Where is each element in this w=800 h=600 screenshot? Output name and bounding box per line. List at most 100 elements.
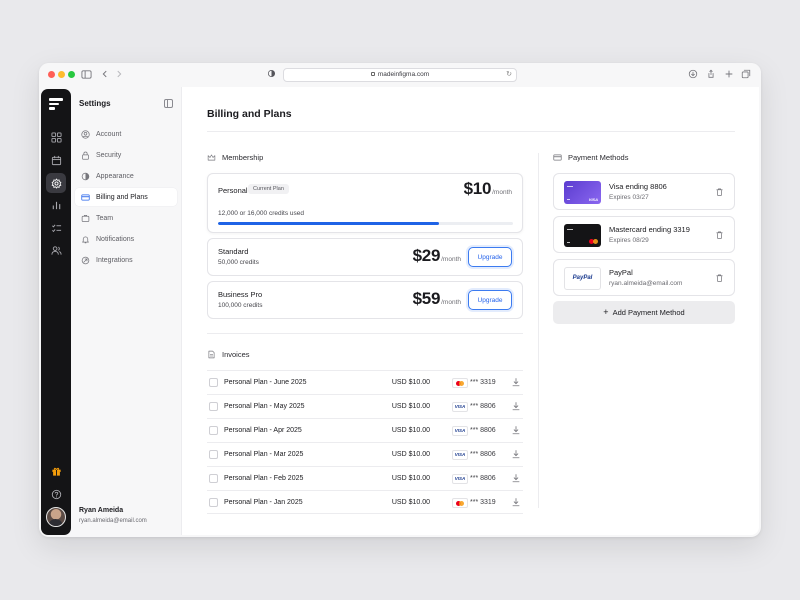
invoice-checkbox[interactable] <box>209 450 218 459</box>
invoice-row: Personal Plan - May 2025 USD $10.00 VISA… <box>207 394 523 418</box>
plan-credits: 100,000 credits <box>218 302 263 309</box>
crown-icon <box>207 154 216 161</box>
section-title: Payment Methods <box>568 153 629 162</box>
minimize-window-button[interactable] <box>58 71 65 78</box>
invoice-description: Personal Plan - Jan 2025 <box>224 499 303 506</box>
user-icon <box>81 129 90 139</box>
plan-price: $10/month <box>463 179 512 198</box>
user-email: ryan.almeida@email.com <box>79 518 147 524</box>
plan-card-business-pro: Business Pro 100,000 credits $59/month U… <box>207 281 523 319</box>
new-tab-icon[interactable] <box>723 69 735 81</box>
invoice-card-number: *** 8806 <box>470 475 496 482</box>
invoice-card-number: *** 8806 <box>470 451 496 458</box>
credits-progress-fill <box>218 222 440 225</box>
invoice-row: Personal Plan - Mar 2025 USD $10.00 VISA… <box>207 442 523 466</box>
integration-icon <box>81 256 90 264</box>
trash-icon[interactable] <box>715 230 724 240</box>
add-payment-method-button[interactable]: + Add Payment Method <box>553 301 735 324</box>
plan-card-standard: Standard 50,000 credits $29/month Upgrad… <box>207 238 523 276</box>
sidebar-title: Settings <box>79 99 111 108</box>
users-icon[interactable] <box>46 240 66 260</box>
lock-icon <box>82 151 89 160</box>
download-icon[interactable] <box>687 69 699 81</box>
help-icon[interactable] <box>46 484 66 504</box>
settings-sidebar: Settings Account Security Appearance Bil… <box>73 87 181 537</box>
plus-icon: + <box>603 307 609 317</box>
download-icon[interactable] <box>511 473 521 483</box>
grid-icon[interactable] <box>46 127 66 147</box>
reload-icon[interactable]: ↻ <box>506 69 512 81</box>
download-icon[interactable] <box>511 497 521 507</box>
payment-method-title: PayPal <box>609 268 633 277</box>
bell-icon <box>82 236 89 243</box>
sidebar-item-integrations[interactable]: Integrations <box>75 251 177 269</box>
payment-method-mastercard[interactable]: ▬▬ ▬ Mastercard ending 3319 Expires 08/29 <box>553 216 735 253</box>
section-title: Membership <box>222 153 264 162</box>
upgrade-standard-button[interactable]: Upgrade <box>468 247 512 267</box>
card-icon <box>553 154 562 161</box>
back-icon[interactable] <box>99 69 111 81</box>
download-icon[interactable] <box>511 425 521 435</box>
invoice-checkbox[interactable] <box>209 378 218 387</box>
trash-icon[interactable] <box>715 273 724 283</box>
zoom-window-button[interactable] <box>68 71 75 78</box>
invoice-description: Personal Plan - Apr 2025 <box>224 427 302 434</box>
invoice-checkbox[interactable] <box>209 498 218 507</box>
sidebar-item-security[interactable]: Security <box>75 146 177 164</box>
invoice-description: Personal Plan - June 2025 <box>224 379 307 386</box>
checklist-icon[interactable] <box>46 218 66 238</box>
plan-name: Standard <box>218 247 249 256</box>
avatar[interactable] <box>46 507 66 527</box>
gift-icon[interactable] <box>46 461 66 481</box>
sidebar-item-label: Security <box>96 151 122 159</box>
payment-method-visa[interactable]: ▬▬ ▬ VISA Visa ending 8806 Expires 03/27 <box>553 173 735 210</box>
calendar-icon[interactable] <box>46 150 66 170</box>
sidebar-item-label: Account <box>96 130 122 138</box>
sidebar-item-appearance[interactable]: Appearance <box>75 167 177 185</box>
app: Settings Account Security Appearance Bil… <box>39 87 761 537</box>
credits-used: 12,000 or 16,000 credits used <box>218 210 305 217</box>
sidebar-toggle-icon[interactable] <box>80 69 92 81</box>
payment-method-paypal[interactable]: PayPal PayPal ryan.almeida@email.com <box>553 259 735 296</box>
card-icon <box>81 194 90 200</box>
payment-methods-heading: Payment Methods <box>553 153 628 162</box>
sidebar-item-billing[interactable]: Billing and Plans <box>75 188 177 206</box>
gear-icon[interactable] <box>46 173 66 193</box>
privacy-shield-icon[interactable] <box>265 69 277 81</box>
invoice-row: Personal Plan - June 2025 USD $10.00 ***… <box>207 370 523 394</box>
invoice-checkbox[interactable] <box>209 426 218 435</box>
invoice-description: Personal Plan - Feb 2025 <box>224 475 304 482</box>
download-icon[interactable] <box>511 401 521 411</box>
payment-method-subtitle: Expires 08/29 <box>609 237 649 244</box>
close-window-button[interactable] <box>48 71 55 78</box>
team-icon <box>81 214 90 222</box>
sidebar-item-account[interactable]: Account <box>75 125 177 143</box>
invoice-row: Personal Plan - Feb 2025 USD $10.00 VISA… <box>207 466 523 490</box>
payment-method-title: Visa ending 8806 <box>609 182 667 191</box>
address-bar[interactable]: madeinfigma.com ↻ <box>283 68 517 82</box>
mastercard-icon <box>452 498 468 508</box>
chart-icon[interactable] <box>46 195 66 215</box>
upgrade-business-pro-button[interactable]: Upgrade <box>468 290 512 310</box>
collapse-sidebar-icon[interactable] <box>164 99 173 108</box>
download-icon[interactable] <box>511 377 521 387</box>
sidebar-item-notifications[interactable]: Notifications <box>75 230 177 248</box>
invoice-card-number: *** 8806 <box>470 403 496 410</box>
plan-card-personal: Personal Current Plan $10/month 12,000 o… <box>207 173 523 233</box>
download-icon[interactable] <box>511 449 521 459</box>
invoice-checkbox[interactable] <box>209 474 218 483</box>
sidebar-item-label: Team <box>96 214 114 222</box>
mastercard-icon <box>452 378 468 388</box>
tabs-overview-icon[interactable] <box>740 69 752 81</box>
section-title: Invoices <box>222 350 250 359</box>
invoice-row: Personal Plan - Jan 2025 USD $10.00 *** … <box>207 490 523 514</box>
logo-icon[interactable] <box>49 98 63 110</box>
invoice-card-number: *** 3319 <box>470 379 496 386</box>
share-icon[interactable] <box>705 69 717 81</box>
visa-card-icon: ▬▬ ▬ VISA <box>564 181 601 204</box>
main-content: Billing and Plans Membership Personal Cu… <box>181 87 759 535</box>
trash-icon[interactable] <box>715 187 724 197</box>
invoice-checkbox[interactable] <box>209 402 218 411</box>
forward-icon[interactable] <box>113 69 125 81</box>
sidebar-item-team[interactable]: Team <box>75 209 177 227</box>
